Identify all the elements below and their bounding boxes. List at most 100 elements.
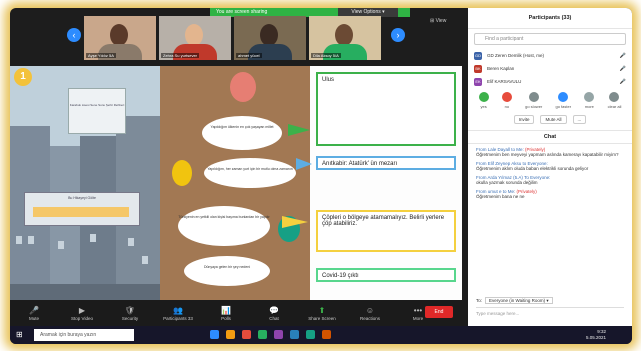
feedback-faster[interactable]: go faster — [556, 92, 571, 109]
thumb-name: ahmet yücel — [236, 53, 262, 58]
sign-text: Karabuk Lisesi Sene Sonu Şehir Rehberi — [69, 103, 125, 107]
prev-page-arrow-icon[interactable]: ‹ — [67, 28, 81, 42]
video-camera-icon: ▶ — [78, 305, 86, 315]
faster-icon — [558, 92, 569, 102]
smiley-icon: ☺ — [365, 305, 375, 315]
feedback-clear[interactable]: clear all — [608, 92, 621, 109]
app-icon[interactable] — [258, 330, 267, 339]
slower-icon — [528, 92, 539, 102]
answer-box[interactable]: Ulus — [316, 72, 456, 146]
slide-number: 1 — [14, 68, 32, 86]
app-icon[interactable] — [322, 330, 331, 339]
video-thumb[interactable]: Ayşe Yıldız 5A — [84, 16, 156, 60]
windows-start-icon[interactable]: ⊞ — [16, 330, 23, 340]
speech-bubble: Türkiyenin en yetkili olan kişisi başıma… — [178, 206, 270, 246]
chat-message: From Elif Zeynep Aksu to Everyone: Öğret… — [476, 161, 589, 171]
participant-row[interactable]: GD GD Zeren Demlik (Host, me) 🎤 — [468, 49, 632, 62]
recipient-select[interactable]: Everyone (in Waiting Room) ▾ — [485, 297, 553, 304]
clear-icon — [609, 92, 620, 102]
arrow-pointer-icon — [282, 216, 308, 228]
avatar: BK — [474, 64, 482, 73]
video-thumbnail-strip: Ayşe Yıldız 5A Zehra Su yurtsever ahmet … — [84, 16, 381, 60]
nonverbal-feedback-row: yes no go slower go faster more clear al… — [468, 88, 632, 109]
taskbar-search-input[interactable]: Aramak için buraya yazın — [34, 329, 134, 341]
meeting-toolbar: 🎤 Mute ▶ Stop Video 🛡 Security 👥 Participant… — [10, 300, 468, 326]
answer-box[interactable]: Anıtkabir: Atatürk' ün mezarı — [316, 156, 456, 170]
feedback-more[interactable]: more — [584, 92, 595, 109]
speech-bubble: Dünyaya gelen bir şey nedeni — [184, 256, 270, 286]
arrow-pointer-icon — [296, 158, 312, 170]
video-thumb[interactable]: Dila Aksoy 5/A — [309, 16, 381, 60]
answer-panel: Ulus Anıtkabir: Atatürk' ün mezarı Çöple… — [310, 66, 462, 306]
participant-name: GD Zeren Demlik (Host, me) — [487, 53, 545, 58]
taskbar-apps — [210, 330, 331, 339]
character-figure — [230, 72, 256, 102]
chat-title: Chat — [468, 130, 632, 144]
chat-input[interactable]: Type message here... — [476, 307, 624, 320]
feedback-slower[interactable]: go slower — [525, 92, 542, 109]
participant-actions: Invite Mute All ... — [468, 115, 632, 124]
chat-button[interactable]: 💬 Chat — [250, 306, 298, 321]
x-icon — [501, 92, 512, 102]
app-icon[interactable] — [226, 330, 235, 339]
shield-icon: 🛡 — [124, 305, 136, 315]
feedback-yes[interactable]: yes — [478, 92, 489, 109]
end-meeting-button[interactable]: End — [425, 306, 453, 318]
more-icon — [584, 92, 595, 102]
next-page-arrow-icon[interactable]: › — [391, 28, 405, 42]
arrow-pointer-icon — [288, 124, 310, 136]
stop-video-button[interactable]: ▶ Stop Video — [58, 306, 106, 321]
participants-button[interactable]: 👥 Participants 33 — [154, 306, 202, 321]
invite-button[interactable]: Invite — [513, 115, 535, 124]
taskbar-clock[interactable]: 9:32 5.05.2021 — [586, 329, 606, 341]
people-icon: 👥 — [173, 305, 183, 315]
participant-search-input[interactable]: Find a participant — [474, 33, 626, 45]
thumb-name: Zehra Su yurtsever — [161, 53, 200, 58]
participant-row[interactable]: BK Beren Kaplan 🎤 — [468, 62, 632, 75]
share-arrow-icon: ⬆ — [318, 305, 326, 315]
thumb-name: Dila Aksoy 5/A — [311, 53, 341, 58]
app-icon[interactable] — [242, 330, 251, 339]
chat-recipient: To: Everyone (in Waiting Room) ▾ — [476, 297, 553, 304]
chat-message: From umut e to Me: (Privately) Öğretmeni… — [476, 189, 537, 199]
chat-bubble-icon: 💬 — [269, 305, 279, 315]
answer-box[interactable]: Çöpleri o bölgeye atamamalıyız. Belirli … — [316, 210, 456, 252]
feedback-no[interactable]: no — [501, 92, 512, 109]
character-figure — [172, 160, 192, 186]
speech-bubble: Yapıldığım ülkenin en çok yaşayan millet — [202, 116, 282, 150]
answer-box[interactable]: Covid-19 çıktı — [316, 268, 456, 282]
zoom-window: You are screen sharing View Options ▾ ‹ … — [10, 8, 632, 344]
chat-message: From Lale Dayall to Me: (Privately) Öğre… — [476, 147, 619, 157]
view-button[interactable]: ⊞ View — [430, 18, 446, 24]
mute-button[interactable]: 🎤 Mute — [10, 306, 58, 321]
mute-all-button[interactable]: Mute All — [540, 115, 567, 124]
slide-scene: 1 Karabuk Lisesi Sene Sonu Şehir Rehberi… — [10, 66, 160, 306]
microphone-icon[interactable]: 🎤 — [620, 53, 626, 59]
participants-title: Participants (33) — [468, 8, 632, 29]
microphone-icon[interactable]: 🎤 — [620, 79, 626, 85]
share-screen-button[interactable]: ⬆ Share Screen — [298, 306, 346, 321]
windows-taskbar: ⊞ Aramak için buraya yazın 9:32 5.05.2021 — [10, 326, 632, 344]
check-icon — [478, 92, 489, 102]
thumb-name: Ayşe Yıldız 5A — [86, 53, 116, 58]
app-icon[interactable] — [290, 330, 299, 339]
story-brick-wall: Yapıldığım ülkenin en çok yaşayan millet… — [160, 66, 310, 306]
video-thumb[interactable]: ahmet yücel — [234, 16, 306, 60]
app-icon[interactable] — [274, 330, 283, 339]
speech-bubble: Yapıldığım, her zaman yurt için bir mutl… — [204, 158, 296, 188]
video-thumb[interactable]: Zehra Su yurtsever — [159, 16, 231, 60]
sign-text: Bu Hikayeyi Gölte — [68, 196, 96, 200]
microphone-icon[interactable]: 🎤 — [620, 66, 626, 72]
shared-screen: 1 Karabuk Lisesi Sene Sonu Şehir Rehberi… — [10, 66, 462, 306]
story-sign: Bu Hikayeyi Gölte — [24, 192, 140, 226]
participant-row[interactable]: EK Elif KARSAVULU 🎤 — [468, 75, 632, 88]
more-options-button[interactable]: ... — [572, 115, 587, 124]
security-button[interactable]: 🛡 Security — [106, 306, 154, 321]
chat-message: From Arda Yılmaz (5.A) To Everyone: okul… — [476, 175, 551, 185]
avatar: GD — [474, 51, 482, 60]
app-icon[interactable] — [306, 330, 315, 339]
reactions-button[interactable]: ☺ Reactions — [346, 306, 394, 321]
poll-chart-icon: 📊 — [221, 305, 231, 315]
polls-button[interactable]: 📊 Polls — [202, 306, 250, 321]
app-icon[interactable] — [210, 330, 219, 339]
